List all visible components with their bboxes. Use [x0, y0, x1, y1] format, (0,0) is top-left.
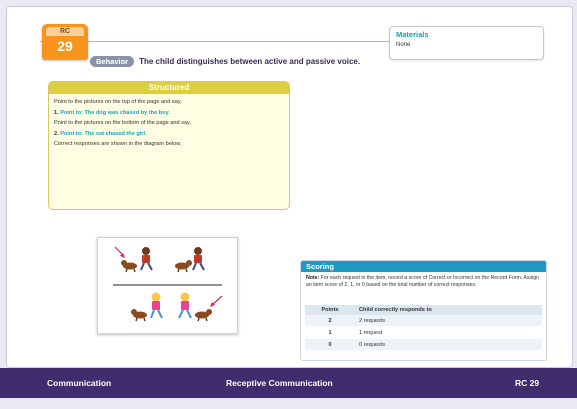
table-row: 0 0 requests: [305, 338, 542, 351]
behavior-pill: Behavior: [90, 55, 135, 67]
points-cell: 1: [305, 326, 355, 339]
footer-domain: Communication: [47, 378, 112, 388]
prompt-1: 1. Point to: The dog was chased by the b…: [54, 109, 283, 117]
scoring-title: Scoring: [301, 261, 546, 272]
behavior-text: The child distinguishes between active a…: [139, 56, 361, 66]
prompt-text: Point to: The dog was chased by the boy.: [60, 109, 170, 116]
scoring-table: Points Child correctly responds to 2 2 r…: [305, 305, 542, 351]
structured-panel: Structured Point to the pictures on the …: [48, 81, 290, 210]
column-header-responses: Child correctly responds to: [355, 305, 542, 315]
note-label: Note:: [306, 275, 320, 281]
materials-title: Materials: [396, 30, 429, 39]
responses-cell: 1 request: [355, 326, 542, 339]
scoring-panel: Scoring Note: For each request in the it…: [300, 260, 547, 361]
response-diagram: [97, 237, 238, 334]
table-row: 1 1 request: [305, 326, 542, 339]
footer-bar: Communication Receptive Communication RC…: [0, 368, 577, 398]
correct-arrow-bottom: [210, 295, 223, 307]
behavior-row: Behavior The child distinguishes between…: [90, 55, 360, 67]
table-row: 2 2 requests: [305, 315, 542, 327]
structured-body: Point to the pictures on the top of the …: [49, 94, 289, 148]
note-text: For each request in the item, record a s…: [306, 275, 539, 288]
footer-item-code: RC 29: [515, 378, 540, 388]
boy-chasing-dog-scene: [121, 247, 153, 273]
cat-chasing-girl-scene: [178, 292, 212, 322]
materials-box: Materials None: [389, 26, 544, 60]
diagram-illustration: [113, 246, 223, 322]
dog-chasing-boy-scene: [175, 247, 205, 273]
instruction-line: Point to the pictures on the top of the …: [54, 99, 182, 105]
item-badge: RC 29: [42, 24, 88, 60]
prompt-number: 2.: [54, 130, 59, 137]
footer-subdomain: Receptive Communication: [226, 378, 333, 388]
correct-arrow-top: [114, 246, 125, 258]
points-cell: 2: [305, 315, 355, 327]
materials-value: None: [396, 42, 411, 48]
responses-cell: 2 requests: [355, 315, 542, 327]
prompt-2: 2. Point to: The cat chased the girl.: [54, 130, 283, 138]
scoring-header-row: Points Child correctly responds to: [305, 305, 542, 315]
instruction-line: Correct responses are shown in the diagr…: [54, 141, 182, 147]
badge-number: 29: [57, 38, 73, 54]
instruction-line: Point to the pictures on the bottom of t…: [54, 120, 192, 126]
prompt-text: Point to: The cat chased the girl.: [60, 130, 147, 137]
girl-chasing-cat-scene: [131, 292, 163, 322]
structured-title: Structured: [49, 82, 289, 94]
responses-cell: 0 requests: [355, 338, 542, 351]
scoring-note: Note: For each request in the item, reco…: [301, 272, 546, 288]
column-header-points: Points: [305, 305, 355, 315]
prompt-number: 1.: [54, 109, 59, 116]
badge-label: RC: [46, 27, 84, 36]
points-cell: 0: [305, 338, 355, 351]
